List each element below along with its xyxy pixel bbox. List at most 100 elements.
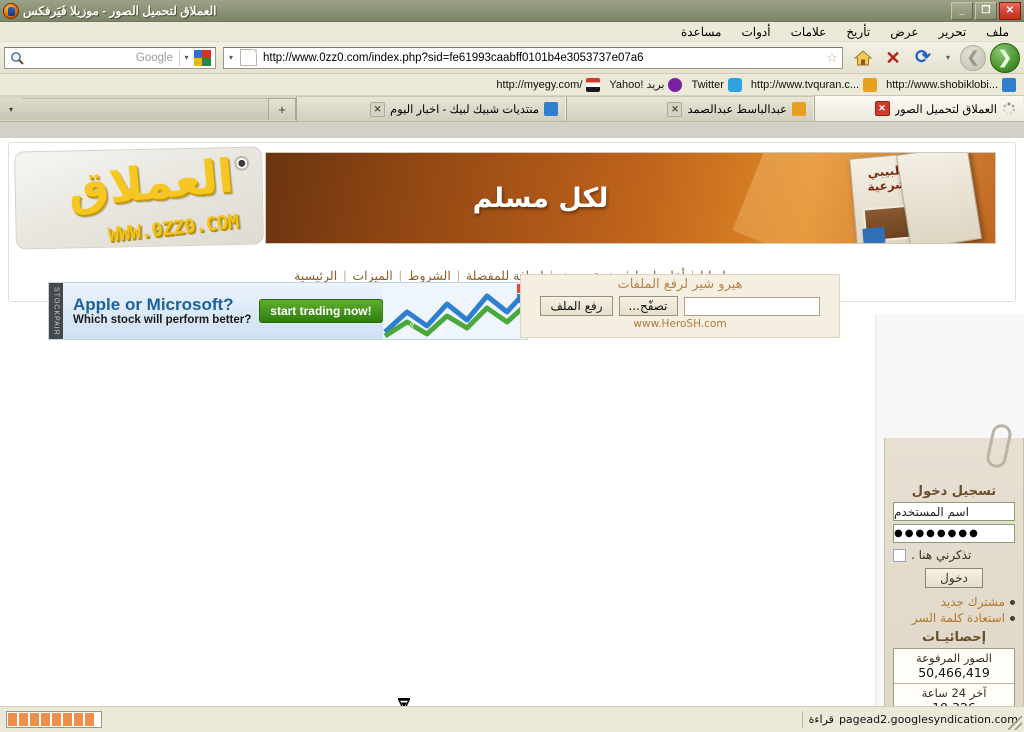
menu-edit[interactable]: تحرير xyxy=(930,23,976,41)
tab-abdulbasit[interactable]: عبدالباسط عبدالصمد ✕ xyxy=(566,96,814,121)
close-button[interactable]: ✕ xyxy=(999,2,1021,20)
site-header-band: العملاق WWW.0ZZ0.COM لكل مسلم وطبيبي الش… xyxy=(9,143,1017,263)
upload-credit-link[interactable]: www.HeroSH.com xyxy=(521,318,839,330)
home-button[interactable] xyxy=(850,45,876,71)
title-bar: العملاق لتحميل الصور - موزيلا فَيَرفكس _… xyxy=(0,0,1024,22)
progress-block xyxy=(41,713,50,726)
google-icon[interactable] xyxy=(193,49,213,67)
chevron-right-icon: ❯ xyxy=(997,48,1013,67)
status-bar: قراءة pagead2.googlesyndication.com xyxy=(0,706,1024,732)
history-dropdown-button[interactable]: ▾ xyxy=(940,48,956,68)
password-recovery-link[interactable]: استعادة كلمة السر xyxy=(893,611,1015,625)
password-field[interactable]: ●●●●●●●● xyxy=(893,524,1015,543)
status-divider xyxy=(801,711,803,728)
twitter-bird-icon xyxy=(727,77,742,92)
nav-link-features[interactable]: الميزات xyxy=(346,268,398,283)
tab-close-icon[interactable]: ✕ xyxy=(874,101,890,116)
progress-block xyxy=(63,713,72,726)
book-front xyxy=(895,153,983,243)
site-frame: العملاق WWW.0ZZ0.COM لكل مسلم وطبيبي الش… xyxy=(8,142,1016,302)
nav-link-home[interactable]: الرئيسية xyxy=(288,268,343,283)
stock-ad-banner[interactable]: STOCKPAIR Apple or Microsoft? Which stoc… xyxy=(48,282,528,340)
chevron-down-icon: ▾ xyxy=(8,104,13,114)
username-field[interactable]: اسم المستخدم xyxy=(893,502,1015,521)
register-link-label: مشترك جديد xyxy=(940,595,1005,609)
back-button[interactable]: ❮ xyxy=(960,44,986,71)
minimize-icon: _ xyxy=(959,5,965,16)
tab-bar: العملاق لتحميل الصور ✕ عبدالباسط عبدالصم… xyxy=(0,95,1024,122)
bullet-icon xyxy=(1010,599,1015,605)
nav-separator: | xyxy=(456,268,460,282)
sidebar-panel: تسجيل دخول اسم المستخدم ●●●●●●●● تذكرني … xyxy=(884,422,1024,706)
menu-history[interactable]: تأريخ xyxy=(837,23,879,41)
bookmark-item[interactable]: Yahoo! بريد xyxy=(609,77,683,92)
progress-block xyxy=(85,713,94,726)
reload-icon: ⟳ xyxy=(915,47,931,68)
start-trading-button[interactable]: start trading now! xyxy=(259,299,383,323)
loading-spinner-icon xyxy=(1002,102,1016,116)
upload-submit-button[interactable]: رفع الملف xyxy=(540,296,613,316)
menu-view[interactable]: عرض xyxy=(881,23,927,41)
tab-favicon-icon xyxy=(792,102,806,116)
progress-block xyxy=(52,713,61,726)
tab-close-icon[interactable]: ✕ xyxy=(667,101,683,117)
progress-block xyxy=(19,713,28,726)
tab-label: العملاق لتحميل الصور xyxy=(894,103,997,116)
menu-file[interactable]: ملف xyxy=(977,23,1018,41)
remember-me-checkbox[interactable] xyxy=(893,548,906,562)
reload-button[interactable]: ⟳ xyxy=(910,45,936,71)
bookmark-label: Twitter xyxy=(691,78,724,91)
browse-button[interactable]: تصفّح... xyxy=(618,296,678,316)
stats-row-last24h: آخر 24 ساعة 19,326 xyxy=(894,684,1014,706)
nav-link-terms[interactable]: الشروط xyxy=(402,268,457,283)
menu-tools[interactable]: أدوات xyxy=(733,23,780,41)
site-logo[interactable]: العملاق WWW.0ZZ0.COM xyxy=(14,146,264,250)
new-tab-button[interactable]: + xyxy=(268,98,296,120)
menu-bookmarks[interactable]: علامات xyxy=(782,23,836,41)
status-prefix: قراءة xyxy=(808,713,834,726)
url-bar[interactable]: ▾ http://www.0zz0.com/index.php?sid=fe61… xyxy=(223,46,843,69)
browser-window: العملاق لتحميل الصور - موزيلا فَيَرفكس _… xyxy=(0,0,1024,732)
list-all-tabs-button[interactable]: ▾ xyxy=(0,98,22,120)
bookmark-item[interactable]: http://www.tvquran.c... xyxy=(751,77,878,92)
tab-label: عبدالباسط عبدالصمد xyxy=(687,104,787,116)
tab-close-icon[interactable]: ✕ xyxy=(370,101,386,117)
bookmark-item[interactable]: http://www.shobiklobi... xyxy=(886,77,1016,92)
search-icon xyxy=(5,51,29,65)
bookmark-star-icon[interactable]: ☆ xyxy=(822,50,842,66)
navigation-toolbar: ❯ ❮ ▾ ⟳ ✕ ▾ http://www.0zz0.com/index.ph… xyxy=(0,42,1024,74)
top-banner-ad[interactable]: لكل مسلم وطبيبي الشرعية xyxy=(265,152,996,244)
remember-me-row[interactable]: تذكرني هنا . xyxy=(893,548,1015,562)
search-bar[interactable]: Google ▾ xyxy=(4,46,216,69)
restore-icon: ❐ xyxy=(981,5,991,16)
bullet-icon xyxy=(1010,615,1015,621)
bookmark-item[interactable]: Twitter xyxy=(691,77,742,92)
minimize-button[interactable]: _ xyxy=(951,2,973,20)
search-input[interactable]: Google xyxy=(29,52,179,64)
stats-row-uploaded: الصور المرفوعة 50,466,419 xyxy=(894,649,1014,684)
content-column xyxy=(0,304,876,706)
tab-alamlaq[interactable]: العملاق لتحميل الصور ✕ xyxy=(814,95,1024,121)
upload-controls-row: رفع الملف تصفّح... xyxy=(521,296,839,316)
tab-shobiklobi[interactable]: منتديات شبيك لبيك - اخبار اليوم ✕ xyxy=(296,96,566,121)
bookmarks-bar: http://www.shobiklobi... http://www.tvqu… xyxy=(0,74,1024,96)
logo-url-text: WWW.0ZZ0.COM xyxy=(106,210,240,247)
menu-help[interactable]: مساعدة xyxy=(672,23,731,41)
resize-gripper[interactable] xyxy=(1008,716,1022,730)
stock-ad-subline-pre: Which stock will xyxy=(73,313,166,326)
register-link[interactable]: مشترك جديد xyxy=(893,595,1015,609)
restore-button[interactable]: ❐ xyxy=(975,2,997,20)
url-input[interactable]: http://www.0zz0.com/index.php?sid=fe6199… xyxy=(259,52,822,64)
home-icon xyxy=(854,49,872,65)
login-links: مشترك جديد استعادة كلمة السر xyxy=(893,595,1015,625)
bookmark-item[interactable]: http://myegy.com/ xyxy=(496,77,601,92)
url-dropdown-icon[interactable]: ▾ xyxy=(224,53,238,62)
egypt-flag-icon xyxy=(586,77,601,92)
login-button[interactable]: دخول xyxy=(925,568,983,588)
file-path-input[interactable] xyxy=(683,296,820,316)
forward-button[interactable]: ❯ xyxy=(990,42,1020,73)
search-engine-dropdown[interactable]: ▾ xyxy=(180,53,193,62)
stockpair-brand-rail: STOCKPAIR xyxy=(49,283,63,339)
stop-button[interactable]: ✕ xyxy=(880,45,906,71)
progress-bar xyxy=(6,711,102,728)
